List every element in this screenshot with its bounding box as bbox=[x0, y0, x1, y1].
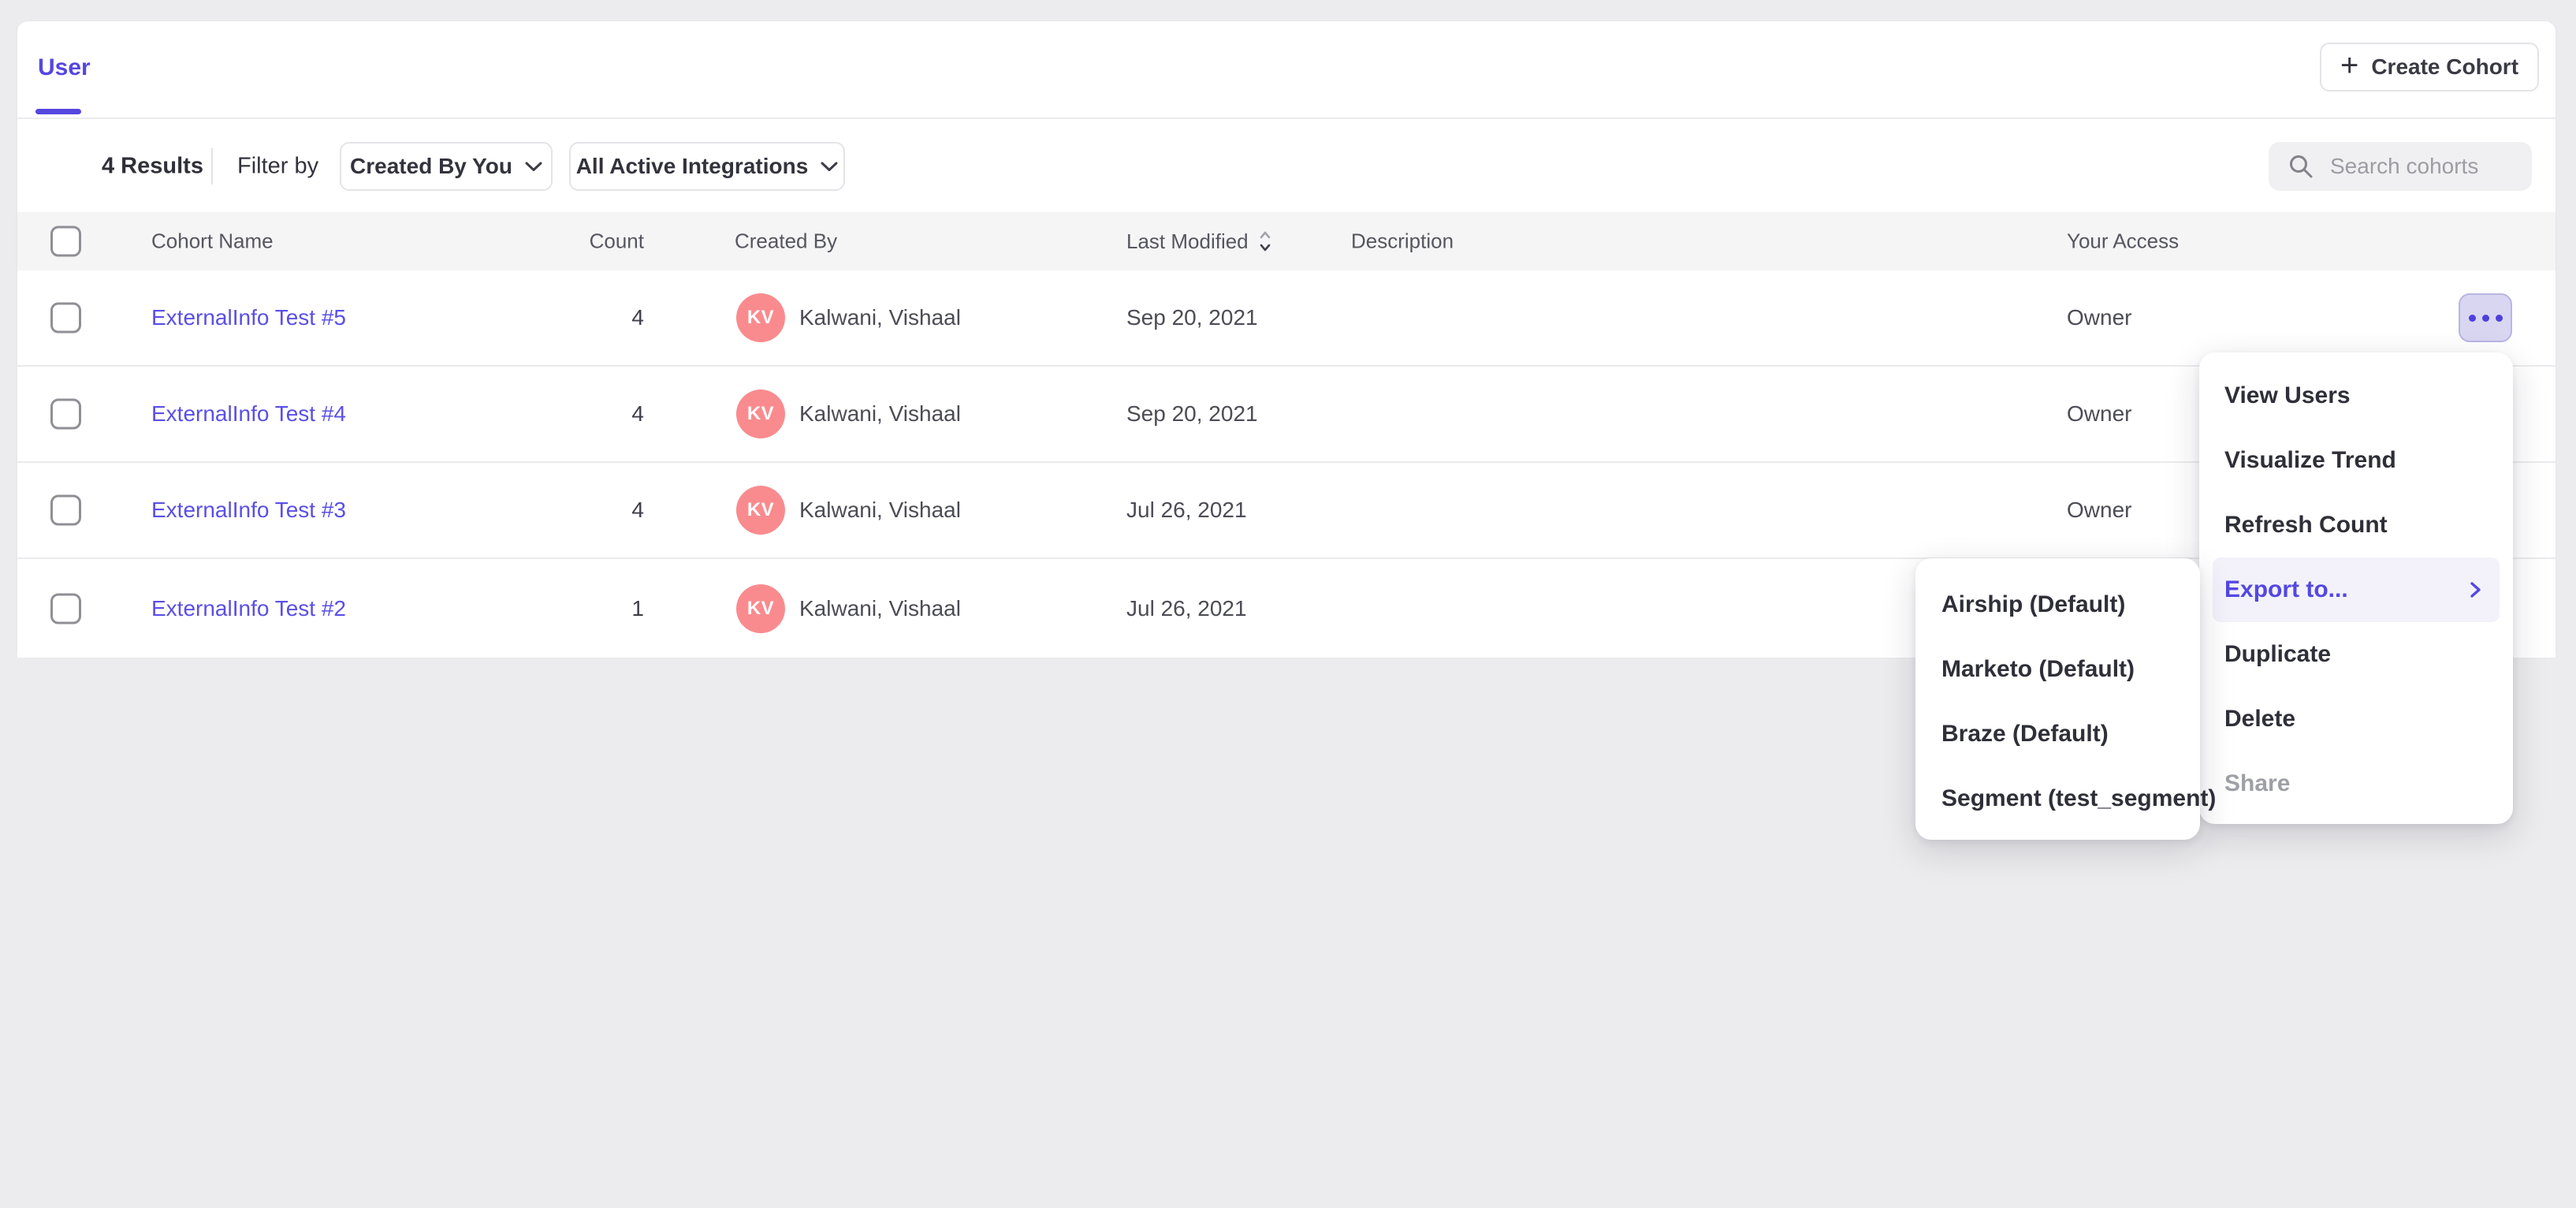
column-header-created-by: Created By bbox=[735, 229, 837, 254]
create-cohort-button[interactable]: + Create Cohort bbox=[2320, 43, 2539, 91]
submenu-item-airship[interactable]: Airship (Default) bbox=[1915, 572, 2200, 637]
more-icon bbox=[2482, 315, 2489, 322]
integrations-dropdown[interactable]: All Active Integrations bbox=[569, 142, 845, 191]
export-to-label: Export to... bbox=[2224, 576, 2348, 603]
submenu-item-segment[interactable]: Segment (test_segment) bbox=[1915, 766, 2200, 831]
count-cell: 1 bbox=[490, 596, 644, 621]
menu-item-refresh-count[interactable]: Refresh Count bbox=[2199, 493, 2513, 557]
menu-item-export-to[interactable]: Export to... bbox=[2213, 557, 2500, 622]
table-row: ExternalInfo Test #3 4 KV Kalwani, Visha… bbox=[17, 463, 2556, 559]
search-icon bbox=[2288, 153, 2314, 180]
cohorts-page: { "tabs": { "user_label": "User" }, "hea… bbox=[0, 0, 2576, 1208]
plus-icon: + bbox=[2340, 50, 2358, 81]
chevron-down-icon bbox=[821, 162, 838, 172]
count-cell: 4 bbox=[490, 401, 644, 427]
row-checkbox[interactable] bbox=[50, 399, 81, 430]
avatar: KV bbox=[736, 486, 785, 535]
access-cell: Owner bbox=[2067, 401, 2131, 427]
active-tab-underline bbox=[35, 109, 81, 114]
count-cell: 4 bbox=[490, 498, 644, 523]
created-by-cell: Kalwani, Vishaal bbox=[799, 401, 961, 427]
more-icon bbox=[2496, 315, 2503, 322]
column-header-count: Count bbox=[490, 229, 644, 254]
menu-item-view-users[interactable]: View Users bbox=[2199, 364, 2513, 428]
column-header-your-access: Your Access bbox=[2067, 229, 2179, 254]
menu-item-share: Share bbox=[2199, 751, 2513, 816]
access-cell: Owner bbox=[2067, 498, 2131, 523]
avatar: KV bbox=[736, 584, 785, 633]
access-cell: Owner bbox=[2067, 305, 2131, 330]
toolbar: 4 Results Filter by Created By You All A… bbox=[17, 121, 2556, 212]
create-cohort-label: Create Cohort bbox=[2371, 54, 2518, 80]
row-more-button[interactable] bbox=[2459, 293, 2512, 342]
count-cell: 4 bbox=[490, 305, 644, 330]
select-all-checkbox[interactable] bbox=[50, 226, 81, 257]
tabs-row: User + Create Cohort bbox=[17, 21, 2556, 119]
table-header: Cohort Name Count Created By Last Modifi… bbox=[17, 212, 2556, 270]
row-context-menu: View Users Visualize Trend Refresh Count… bbox=[2199, 352, 2513, 824]
created-by-dropdown-value: Created By You bbox=[350, 154, 512, 179]
last-modified-cell: Jul 26, 2021 bbox=[1126, 596, 1247, 621]
tab-user[interactable]: User bbox=[38, 54, 91, 81]
menu-item-visualize-trend[interactable]: Visualize Trend bbox=[2199, 428, 2513, 493]
submenu-item-marketo[interactable]: Marketo (Default) bbox=[1915, 637, 2200, 702]
row-checkbox[interactable] bbox=[50, 495, 81, 526]
last-modified-cell: Sep 20, 2021 bbox=[1126, 401, 1258, 427]
row-checkbox[interactable] bbox=[50, 593, 81, 624]
submenu-item-braze[interactable]: Braze (Default) bbox=[1915, 702, 2200, 766]
chevron-down-icon bbox=[525, 162, 542, 172]
more-icon bbox=[2469, 315, 2476, 322]
last-modified-cell: Jul 26, 2021 bbox=[1126, 498, 1247, 523]
sort-icon bbox=[1258, 229, 1272, 254]
created-by-cell: Kalwani, Vishaal bbox=[799, 305, 961, 330]
avatar: KV bbox=[736, 293, 785, 342]
column-header-description: Description bbox=[1351, 229, 1454, 254]
cohort-name-link[interactable]: ExternalInfo Test #4 bbox=[151, 401, 346, 427]
column-header-last-modified[interactable]: Last Modified bbox=[1126, 229, 1272, 254]
created-by-cell: Kalwani, Vishaal bbox=[799, 498, 961, 523]
cohort-name-link[interactable]: ExternalInfo Test #2 bbox=[151, 596, 346, 621]
avatar: KV bbox=[736, 390, 785, 438]
results-count: 4 Results bbox=[102, 154, 203, 180]
row-checkbox[interactable] bbox=[50, 303, 81, 334]
cohort-name-link[interactable]: ExternalInfo Test #3 bbox=[151, 498, 346, 523]
export-submenu: Airship (Default) Marketo (Default) Braz… bbox=[1915, 558, 2200, 840]
last-modified-label: Last Modified bbox=[1126, 229, 1249, 254]
table-row: ExternalInfo Test #4 4 KV Kalwani, Visha… bbox=[17, 367, 2556, 463]
cohort-name-link[interactable]: ExternalInfo Test #5 bbox=[151, 305, 346, 330]
table-row: ExternalInfo Test #5 4 KV Kalwani, Visha… bbox=[17, 270, 2556, 367]
menu-item-delete[interactable]: Delete bbox=[2199, 687, 2513, 751]
search-box bbox=[2269, 142, 2532, 191]
column-header-cohort-name: Cohort Name bbox=[151, 229, 274, 254]
menu-item-duplicate[interactable]: Duplicate bbox=[2199, 622, 2513, 687]
chevron-right-icon bbox=[2470, 579, 2482, 601]
filter-by-label: Filter by bbox=[237, 154, 318, 180]
created-by-cell: Kalwani, Vishaal bbox=[799, 596, 961, 621]
divider bbox=[211, 148, 213, 185]
last-modified-cell: Sep 20, 2021 bbox=[1126, 305, 1258, 330]
integrations-dropdown-value: All Active Integrations bbox=[576, 154, 809, 179]
created-by-dropdown[interactable]: Created By You bbox=[340, 142, 553, 191]
